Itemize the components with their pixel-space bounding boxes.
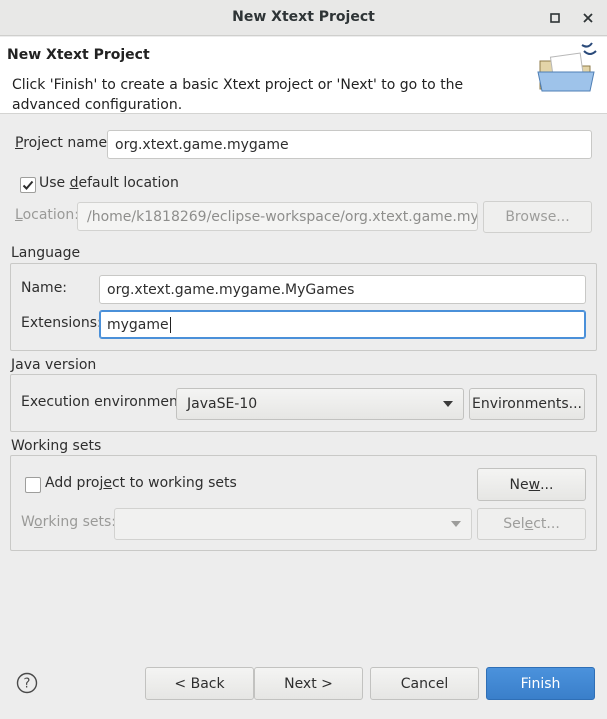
working-sets-label: Working sets: — [21, 514, 116, 530]
working-sets-group-title: Working sets — [10, 438, 103, 454]
location-label: Location: — [15, 207, 79, 223]
svg-text:?: ? — [24, 677, 31, 692]
window-titlebar: New Xtext Project — [0, 0, 607, 36]
execution-environment-select[interactable]: JavaSE-10 — [176, 388, 464, 420]
chevron-down-icon — [451, 521, 461, 527]
wizard-description: Click 'Finish' to create a basic Xtext p… — [12, 77, 464, 113]
cancel-button[interactable]: Cancel — [370, 667, 479, 700]
use-default-location-label[interactable]: Use default location — [39, 175, 179, 191]
language-name-label: Name: — [21, 280, 68, 296]
maximize-icon[interactable] — [545, 8, 565, 28]
execution-environment-label: Execution environment: — [21, 394, 189, 410]
window-title: New Xtext Project — [232, 9, 375, 25]
new-working-set-button[interactable]: Ne w... — [477, 468, 586, 501]
project-name-input[interactable]: org.xtext.game.mygame — [107, 130, 592, 159]
help-icon[interactable]: ? — [16, 672, 38, 698]
select-working-sets-button[interactable]: Sel e ct... — [477, 508, 586, 540]
working-sets-select[interactable] — [114, 508, 472, 540]
wizard-header: New Xtext Project Click 'Finish' to crea… — [0, 37, 607, 114]
extensions-label: Extensions: — [21, 315, 102, 331]
close-icon[interactable] — [578, 8, 598, 28]
language-group-title: Language — [10, 245, 82, 261]
use-default-location-checkbox[interactable] — [20, 177, 36, 193]
finish-button[interactable]: Finish — [486, 667, 595, 700]
language-name-input[interactable]: org.xtext.game.mygame.MyGames — [99, 275, 586, 304]
location-input[interactable]: /home/k1818269/eclipse-workspace/org.xte… — [77, 202, 478, 231]
add-to-working-sets-label[interactable]: Add project to working sets — [45, 475, 237, 491]
add-to-working-sets-checkbox[interactable] — [25, 477, 41, 493]
extensions-value: mygame — [107, 316, 169, 333]
java-version-group-title: Java version — [10, 357, 98, 373]
extensions-input[interactable]: mygame — [99, 310, 586, 339]
execution-environment-value: JavaSE-10 — [187, 396, 258, 412]
checkmark-icon — [22, 180, 34, 190]
new-project-folder-icon — [534, 39, 604, 105]
environments-button[interactable]: Environments... — [469, 388, 585, 420]
chevron-down-icon — [443, 401, 453, 407]
project-name-label: Project name: — [15, 135, 112, 151]
text-caret — [169, 316, 171, 333]
back-button[interactable]: < Back — [145, 667, 254, 700]
wizard-title: New Xtext Project — [7, 47, 150, 63]
next-button[interactable]: Next > — [254, 667, 363, 700]
browse-button[interactable]: Browse... — [483, 201, 592, 233]
